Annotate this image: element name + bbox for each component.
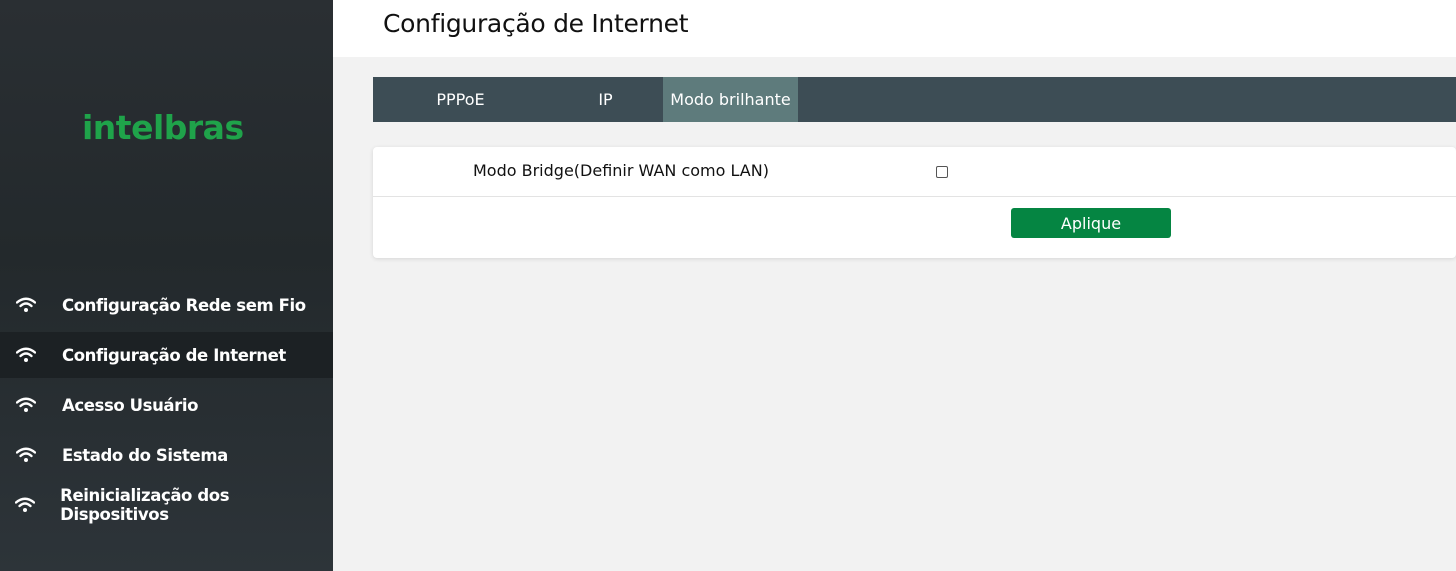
tab-bridge-mode[interactable]: Modo brilhante (663, 77, 798, 122)
sidebar-item-label: Configuração de Internet (62, 345, 286, 365)
wifi-icon (0, 347, 62, 363)
sidebar-item-user-access[interactable]: Acesso Usuário (0, 380, 333, 430)
sidebar-item-device-reboot[interactable]: Reinicialização dos Dispositivos (0, 480, 333, 530)
sidebar-item-label: Configuração Rede sem Fio (62, 295, 306, 315)
bridge-mode-row: Modo Bridge(Definir WAN como LAN) (373, 147, 1456, 197)
page-title: Configuração de Internet (383, 9, 689, 38)
sidebar-item-wireless-config[interactable]: Configuração Rede sem Fio (0, 280, 333, 330)
sidebar-item-label: Estado do Sistema (62, 445, 228, 465)
tab-bar: PPPoE IP Modo brilhante (373, 77, 1456, 122)
tab-ip[interactable]: IP (548, 77, 663, 122)
sidebar-nav: Configuração Rede sem Fio Configuração d… (0, 280, 333, 530)
bridge-mode-card: Modo Bridge(Definir WAN como LAN) Apliqu… (373, 147, 1456, 258)
bridge-mode-label: Modo Bridge(Definir WAN como LAN) (473, 161, 769, 180)
tab-pppoe[interactable]: PPPoE (373, 77, 548, 122)
wifi-icon (0, 297, 62, 313)
intelbras-logo: intelbras (82, 108, 244, 147)
wifi-icon (0, 497, 60, 513)
sidebar: intelbras Configuração Rede sem Fio Conf… (0, 0, 333, 571)
sidebar-item-internet-config[interactable]: Configuração de Internet (0, 332, 333, 378)
apply-button[interactable]: Aplique (1011, 208, 1171, 238)
sidebar-item-label: Reinicialização dos Dispositivos (60, 486, 230, 524)
wifi-icon (0, 447, 62, 463)
sidebar-item-label: Acesso Usuário (62, 395, 199, 415)
sidebar-item-system-status[interactable]: Estado do Sistema (0, 430, 333, 480)
bridge-mode-checkbox[interactable] (936, 166, 948, 178)
page-header: Configuração de Internet (333, 0, 1456, 57)
wifi-icon (0, 397, 62, 413)
